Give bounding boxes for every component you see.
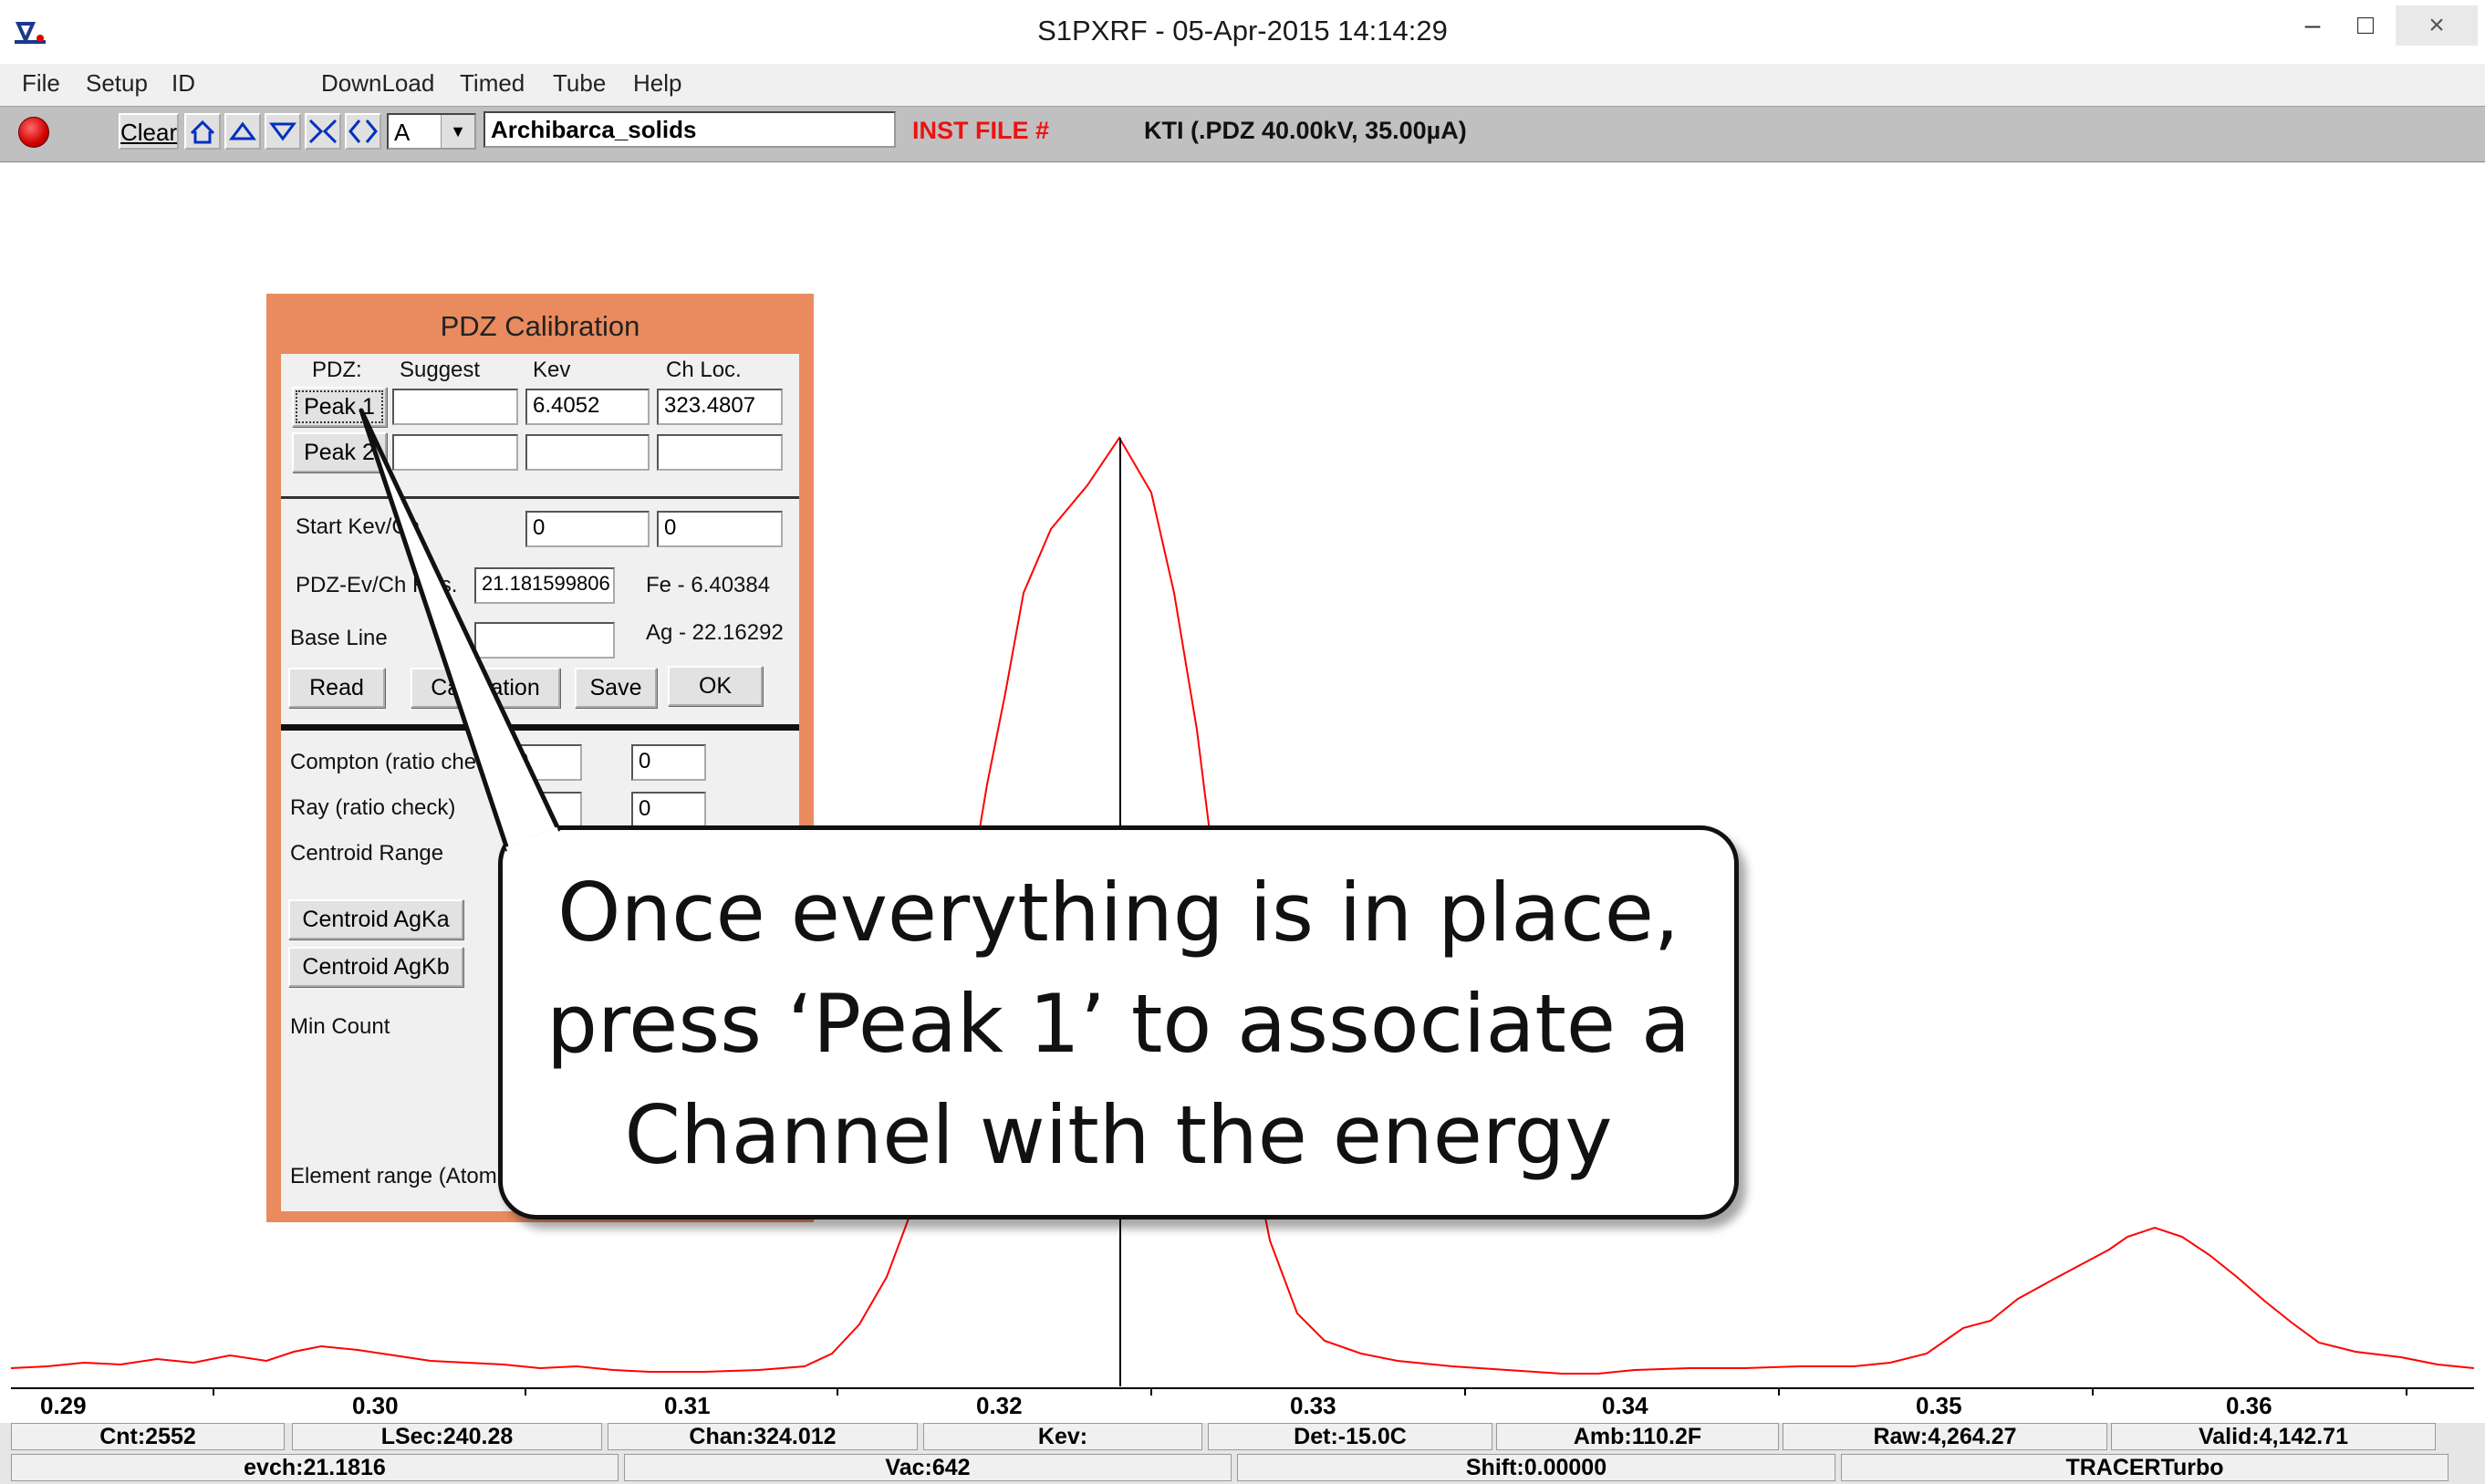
status-live-seconds: LSec:240.28 xyxy=(292,1423,602,1450)
status-ev-per-channel: evch:21.1816 xyxy=(11,1454,619,1481)
status-bar-bottom: evch:21.1816 Vac:642 Shift:0.00000 TRACE… xyxy=(0,1454,2485,1484)
ok-button[interactable]: OK xyxy=(668,666,763,706)
ray-field-b[interactable]: 0 xyxy=(631,792,706,828)
min-count-label: Min Count xyxy=(290,1014,390,1039)
status-device: TRACERTurbo xyxy=(1841,1454,2449,1481)
peak-1-kev-field[interactable]: 6.4052 xyxy=(525,389,650,425)
zoom-out-icon[interactable] xyxy=(345,113,381,150)
home-icon[interactable] xyxy=(184,113,221,150)
menu-download[interactable]: DownLoad xyxy=(321,69,434,98)
menu-help[interactable]: Help xyxy=(633,69,681,98)
status-count: Cnt:2552 xyxy=(11,1423,285,1450)
divider xyxy=(281,496,799,499)
x-tick-label: 0.32 xyxy=(976,1392,1023,1419)
dialog-title: PDZ Calibration xyxy=(440,310,640,342)
clear-button[interactable]: Clear xyxy=(119,113,179,150)
menu-id[interactable]: ID xyxy=(172,69,195,98)
sample-name-input[interactable] xyxy=(483,111,896,148)
status-kev: Kev: xyxy=(923,1423,1202,1450)
header-kev: Kev xyxy=(533,358,571,382)
record-indicator-icon[interactable] xyxy=(18,117,49,148)
ag-reference-label: Ag - 22.16292 xyxy=(646,620,784,645)
save-button[interactable]: Save xyxy=(575,668,657,708)
divider xyxy=(281,724,799,731)
menu-file[interactable]: File xyxy=(22,69,60,98)
x-tick-label: 0.31 xyxy=(664,1392,711,1419)
chevron-up-icon[interactable] xyxy=(224,113,261,150)
status-valid: Valid:4,142.71 xyxy=(2111,1423,2436,1450)
status-channel: Chan:324.012 xyxy=(608,1423,918,1450)
status-raw: Raw:4,264.27 xyxy=(1783,1423,2107,1450)
fe-reference-label: Fe - 6.40384 xyxy=(646,573,771,597)
status-ambient-temp: Amb:110.2F xyxy=(1496,1423,1779,1450)
status-shift: Shift:0.00000 xyxy=(1237,1454,1835,1481)
x-tick-label: 0.33 xyxy=(1290,1392,1336,1419)
kti-settings-label: KTI (.PDZ 40.00kV, 35.00µA) xyxy=(1144,117,1467,144)
start-ch-field[interactable]: 0 xyxy=(657,511,783,547)
centroid-agkb-button[interactable]: Centroid AgKb xyxy=(288,947,463,987)
compton-label: Compton (ratio check) xyxy=(290,750,506,774)
callout-text: Once everything is in place, press ‘Peak… xyxy=(546,866,1690,1182)
x-tick-label: 0.34 xyxy=(1602,1392,1648,1419)
compton-field-a[interactable]: 0 xyxy=(509,744,582,781)
ray-field-a[interactable]: 0 xyxy=(509,792,582,828)
header-suggest: Suggest xyxy=(400,358,481,382)
peak-1-suggest-field[interactable] xyxy=(392,389,518,425)
element-select[interactable]: A ▼ xyxy=(387,113,476,150)
pdz-ev-ch-label: PDZ-Ev/Ch Res. xyxy=(296,573,458,597)
window-title: S1PXRF - 05-Apr-2015 14:14:29 xyxy=(1037,15,1448,47)
centroid-range-label: Centroid Range xyxy=(290,841,444,866)
menu-tube[interactable]: Tube xyxy=(553,69,606,98)
status-vacuum: Vac:642 xyxy=(624,1454,1232,1481)
element-range-label: Element range (Atomic xyxy=(290,1164,514,1188)
chevron-down-icon[interactable] xyxy=(265,113,301,150)
minimize-button[interactable]: – xyxy=(2290,5,2335,46)
peak-2-channel-field[interactable] xyxy=(657,434,783,471)
header-pdz: PDZ: xyxy=(312,358,362,382)
centroid-agka-button[interactable]: Centroid AgKa xyxy=(288,899,463,939)
read-button[interactable]: Read xyxy=(288,668,385,708)
x-tick-label: 0.29 xyxy=(40,1392,87,1419)
element-select-value: A xyxy=(394,119,411,146)
dropdown-arrow-icon[interactable]: ▼ xyxy=(441,115,474,148)
start-kev-ch-label: Start Kev/Ch xyxy=(296,514,421,539)
x-tick-label: 0.35 xyxy=(1916,1392,1962,1419)
status-bar-top: Cnt:2552 LSec:240.28 Chan:324.012 Kev: D… xyxy=(0,1423,2485,1454)
peak-1-channel-field[interactable]: 323.4807 xyxy=(657,389,783,425)
peak-2-suggest-field[interactable] xyxy=(392,434,518,471)
x-tick-label: 0.30 xyxy=(352,1392,399,1419)
ray-label: Ray (ratio check) xyxy=(290,795,456,820)
inst-file-label: INST FILE # xyxy=(912,117,1050,144)
status-detector-temp: Det:-15.0C xyxy=(1208,1423,1492,1450)
base-line-field[interactable] xyxy=(474,622,615,659)
maximize-button[interactable]: □ xyxy=(2343,5,2388,46)
menu-timed[interactable]: Timed xyxy=(460,69,525,98)
zoom-in-icon[interactable] xyxy=(305,113,341,150)
x-tick-label: 0.36 xyxy=(2226,1392,2272,1419)
calibration-button[interactable]: Calibration xyxy=(411,668,560,708)
header-ch-loc: Ch Loc. xyxy=(666,358,742,382)
peak-2-kev-field[interactable] xyxy=(525,434,650,471)
peak-1-button[interactable]: Peak 1 xyxy=(292,387,387,427)
start-kev-field[interactable]: 0 xyxy=(525,511,650,547)
pdz-ev-ch-field[interactable]: 21.181599806 xyxy=(474,567,615,604)
base-line-label: Base Line xyxy=(290,626,388,650)
peak-2-button[interactable]: Peak 2 xyxy=(292,432,387,472)
close-button[interactable]: × xyxy=(2396,5,2478,46)
menu-setup[interactable]: Setup xyxy=(86,69,148,98)
compton-field-b[interactable]: 0 xyxy=(631,744,706,781)
